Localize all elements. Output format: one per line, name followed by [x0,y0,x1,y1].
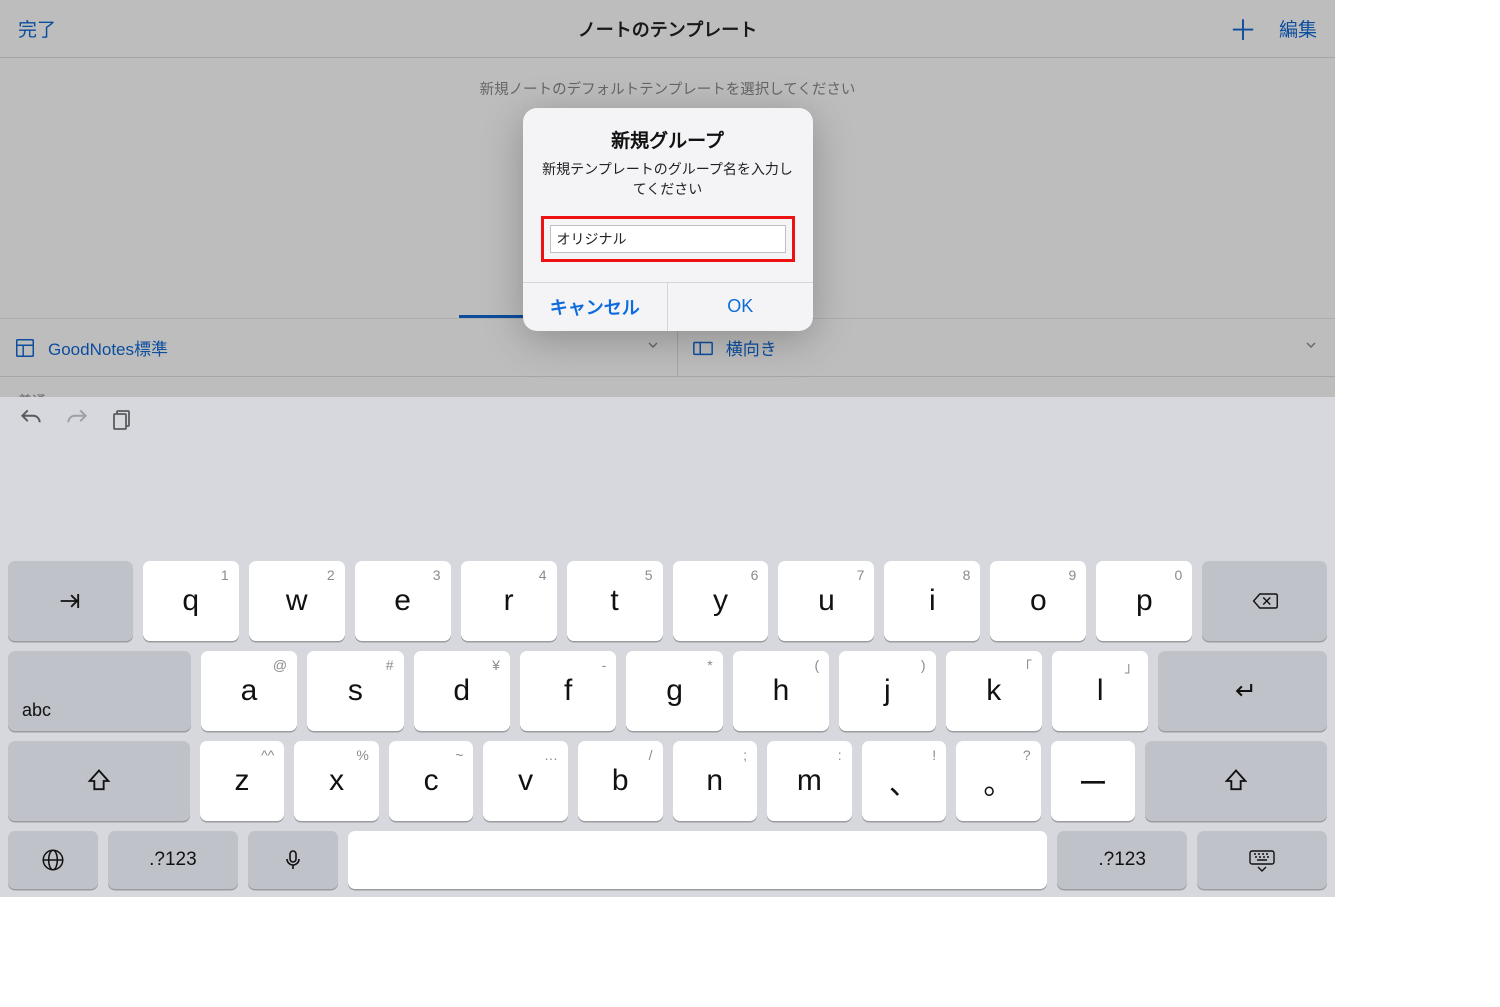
edit-button[interactable]: 編集 [1279,15,1317,42]
key-a[interactable]: @a [201,651,297,731]
orientation-label: 横向き [726,335,777,360]
dialog-title: 新規グループ [541,126,795,153]
header-bar: 完了 ノートのテンプレート ＋ 編集 [0,0,1335,58]
mic-key[interactable] [248,831,338,889]
abc-key[interactable]: abc [8,651,191,731]
key-l[interactable]: 」l [1052,651,1148,731]
key-m[interactable]: :m [767,741,852,821]
tab-key[interactable] [8,561,133,641]
space-key[interactable] [348,831,1047,889]
new-group-dialog: 新規グループ 新規テンプレートのグループ名を入力してください キャンセル OK [523,108,813,331]
key-f[interactable]: -f [520,651,616,731]
dialog-message: 新規テンプレートのグループ名を入力してください [541,159,795,200]
key-b[interactable]: /b [578,741,663,821]
key-k[interactable]: 「k [946,651,1042,731]
key-d[interactable]: ¥d [414,651,510,731]
key-s[interactable]: #s [307,651,403,731]
key-x[interactable]: %x [294,741,379,821]
orientation-icon [692,337,714,359]
subheading: 新規ノートのデフォルトテンプレートを選択してください [0,58,1335,111]
page-title: ノートのテンプレート [0,16,1335,42]
key-j[interactable]: )j [839,651,935,731]
template-group-label: GoodNotes標準 [48,335,168,360]
key-c[interactable]: ~c [389,741,474,821]
clipboard-icon[interactable] [110,407,134,436]
key-z[interactable]: ^^z [200,741,285,821]
template-icon [14,337,36,359]
key-o[interactable]: 9o [990,561,1086,641]
ok-button[interactable]: OK [668,283,813,331]
key-n[interactable]: ;n [673,741,758,821]
key-q[interactable]: 1q [143,561,239,641]
key-、[interactable]: !、 [862,741,947,821]
num-key-right[interactable]: .?123 [1057,831,1187,889]
on-screen-keyboard: 1q2w3e4r5t6y7u8i9o0p abc@a#s¥d-f*g(h)j「k」… [0,397,1335,897]
cancel-button[interactable]: キャンセル [523,283,669,331]
key-p[interactable]: 0p [1096,561,1192,641]
chevron-down-icon [1303,337,1319,358]
key-ー[interactable]: ー [1051,741,1136,821]
keyboard-toolbar [0,397,1335,445]
key-u[interactable]: 7u [778,561,874,641]
key-h[interactable]: (h [733,651,829,731]
input-highlight-box [541,216,795,262]
key-w[interactable]: 2w [249,561,345,641]
key-g[interactable]: *g [626,651,722,731]
shift-key-right[interactable] [1145,741,1327,821]
add-icon[interactable]: ＋ [1229,9,1257,49]
done-button[interactable]: 完了 [18,15,56,42]
globe-key[interactable] [8,831,98,889]
group-name-input[interactable] [550,225,786,253]
backspace-key[interactable] [1202,561,1327,641]
key-i[interactable]: 8i [884,561,980,641]
shift-key-left[interactable] [8,741,190,821]
key-e[interactable]: 3e [355,561,451,641]
redo-icon[interactable] [64,406,90,437]
num-key-left[interactable]: .?123 [108,831,238,889]
dismiss-keyboard-key[interactable] [1197,831,1327,889]
key-t[interactable]: 5t [567,561,663,641]
key-v[interactable]: …v [483,741,568,821]
enter-key[interactable] [1158,651,1327,731]
chevron-down-icon [645,337,661,358]
key-r[interactable]: 4r [461,561,557,641]
key-。[interactable]: ?。 [956,741,1041,821]
key-y[interactable]: 6y [673,561,769,641]
undo-icon[interactable] [18,406,44,437]
